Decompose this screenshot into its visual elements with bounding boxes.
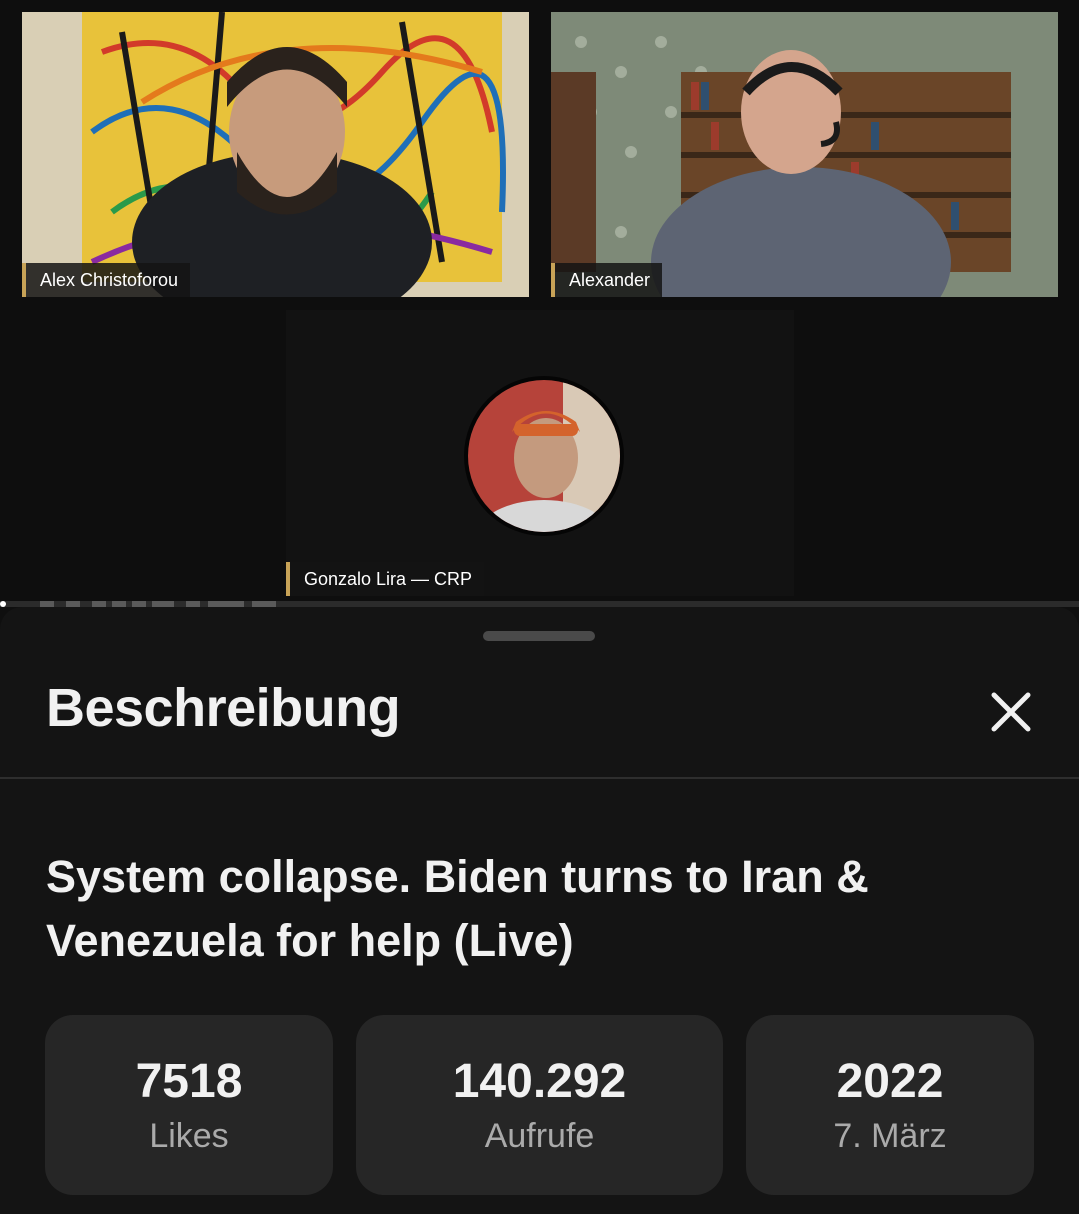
stat-value: 7518 (135, 1055, 243, 1108)
participant-tile-alexander: Alexander (551, 12, 1058, 297)
stat-label: 7. März (833, 1117, 947, 1155)
participant-name: Alexander (569, 269, 651, 290)
participant-name: Gonzalo Lira — CRP (304, 568, 473, 589)
participant-video-frame (551, 12, 1058, 297)
description-sheet: Beschreibung System collapse. Biden turn… (0, 607, 1079, 1214)
stat-label: Aufrufe (484, 1117, 595, 1155)
divider (0, 777, 1079, 779)
close-icon (991, 692, 1031, 732)
stat-value: 2022 (836, 1055, 944, 1108)
participant-video-frame (22, 12, 529, 297)
participant-name-tag: Gonzalo Lira — CRP (286, 562, 485, 596)
video-title: System collapse. Biden turns to Iran & V… (46, 851, 869, 966)
video-player[interactable]: Alex Christoforou Alexander Gonzalo Lira… (0, 0, 1079, 607)
participant-tile-gonzalo-lira: Gonzalo Lira — CRP (286, 310, 794, 596)
likes-stat: 7518 Likes (45, 1015, 333, 1195)
views-stat: 140.292 Aufrufe (356, 1015, 723, 1195)
participant-name-tag: Alexander (551, 263, 663, 297)
date-stat: 2022 7. März (746, 1015, 1034, 1195)
participant-name: Alex Christoforou (40, 269, 179, 290)
participant-avatar (464, 376, 624, 536)
avatar-image (468, 380, 620, 532)
stat-value: 140.292 (452, 1055, 627, 1108)
sheet-title: Beschreibung (46, 678, 401, 738)
progress-playhead[interactable] (0, 601, 6, 607)
participant-tile-alex-christoforou: Alex Christoforou (22, 12, 529, 297)
participant-name-tag: Alex Christoforou (22, 263, 191, 297)
close-button[interactable] (982, 683, 1040, 741)
stat-label: Likes (149, 1117, 229, 1155)
sheet-drag-handle[interactable] (483, 631, 595, 641)
